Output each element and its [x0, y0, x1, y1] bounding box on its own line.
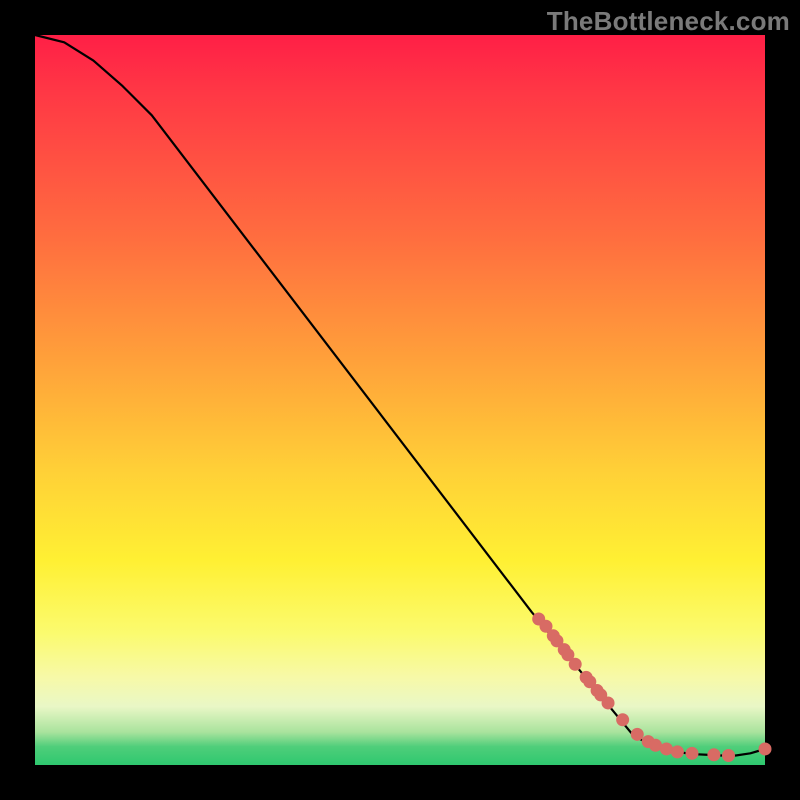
data-point: [671, 746, 683, 758]
plot-area: [35, 35, 765, 765]
data-point: [759, 743, 771, 755]
chart-frame: TheBottleneck.com: [0, 0, 800, 800]
data-point: [631, 728, 643, 740]
data-point: [686, 747, 698, 759]
data-point: [660, 743, 672, 755]
bottleneck-curve: [35, 35, 765, 756]
data-point: [708, 749, 720, 761]
data-point: [602, 697, 614, 709]
highlighted-points-group: [533, 613, 771, 762]
data-point: [723, 750, 735, 762]
data-point: [569, 658, 581, 670]
chart-overlay: [35, 35, 765, 765]
watermark-text: TheBottleneck.com: [547, 6, 790, 37]
data-point: [617, 714, 629, 726]
data-point: [650, 739, 662, 751]
